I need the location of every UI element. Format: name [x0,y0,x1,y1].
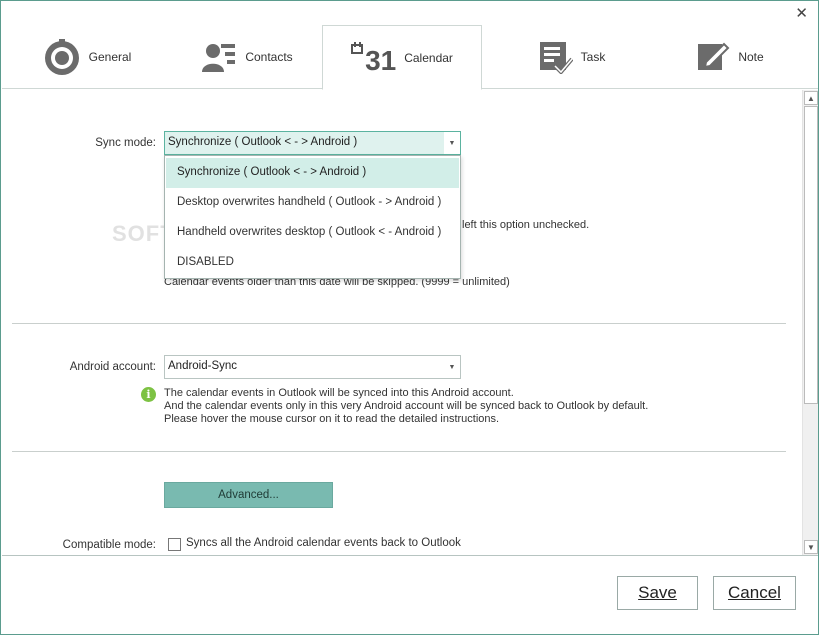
info-line: And the calendar events only in this ver… [164,400,649,412]
scrollbar-thumb[interactable] [804,106,818,404]
chevron-down-icon[interactable]: ▼ [444,132,460,154]
hidden-option-note: left this option unchecked. [462,219,590,231]
calendar-settings-panel[interactable]: SOFTPEDIA left this option unchecked. Ca… [2,90,802,555]
sync-mode-option[interactable]: DISABLED [166,248,459,278]
sync-mode-value: Synchronize ( Outlook < - > Android ) [168,136,358,148]
save-button[interactable]: Save [617,576,698,610]
tab-label: General [88,50,132,64]
android-account-label: Android account: [69,361,156,373]
info-icon: i [141,387,156,402]
sync-mode-option[interactable]: Synchronize ( Outlook < - > Android ) [166,158,459,188]
calendar-icon: 31 [351,41,396,75]
tab-label: Contacts [245,50,293,64]
compatible-mode-checkbox[interactable] [168,538,181,551]
info-line: Please hover the mouse cursor on it to r… [164,413,500,425]
compatible-mode-checkbox-label[interactable]: Syncs all the Android calendar events ba… [186,537,461,549]
section-divider [12,451,786,452]
tab-label: Calendar [404,50,453,65]
sync-settings-window: ✕ General Contacts 31 Calendar Task Note… [0,0,819,635]
tab-label: Note [738,50,764,64]
cancel-button-label: Cancel [728,583,781,602]
vertical-scrollbar[interactable]: ▲ ▼ [802,90,818,555]
section-divider [12,323,786,324]
tab-general[interactable]: General [32,25,142,89]
tab-label: Task [580,50,606,64]
tab-task[interactable]: Task [522,25,622,89]
calendar-icon-day: 31 [365,44,397,76]
advanced-button[interactable]: Advanced... [164,482,333,508]
scroll-down-icon[interactable]: ▼ [804,540,818,554]
sync-mode-label: Sync mode: [95,137,156,149]
gear-icon [43,38,81,76]
android-account-value: Android-Sync [168,360,238,372]
sync-mode-select[interactable]: Synchronize ( Outlook < - > Android ) ▼ [164,131,461,155]
compatible-mode-label: Compatible mode: [62,539,156,551]
scroll-up-icon[interactable]: ▲ [804,91,818,105]
sync-mode-option[interactable]: Desktop overwrites handheld ( Outlook - … [166,188,459,218]
footer-divider [2,555,818,556]
tab-contacts[interactable]: Contacts [187,25,307,89]
sync-mode-option[interactable]: Handheld overwrites desktop ( Outlook < … [166,218,459,248]
tab-bar: General Contacts 31 Calendar Task Note [2,1,818,90]
task-icon [539,40,573,74]
android-account-select[interactable]: Android-Sync ▼ [164,355,461,379]
note-icon [696,40,730,74]
tab-note[interactable]: Note [680,25,780,89]
account-info-text: The calendar events in Outlook will be s… [164,387,648,426]
tab-calendar[interactable]: 31 Calendar [322,25,482,90]
info-line: The calendar events in Outlook will be s… [164,387,514,399]
sync-mode-dropdown-list[interactable]: Synchronize ( Outlook < - > Android ) De… [164,155,461,279]
contacts-icon [201,40,237,74]
chevron-down-icon[interactable]: ▼ [444,356,460,378]
cancel-button[interactable]: Cancel [713,576,796,610]
save-button-label: Save [638,583,677,602]
